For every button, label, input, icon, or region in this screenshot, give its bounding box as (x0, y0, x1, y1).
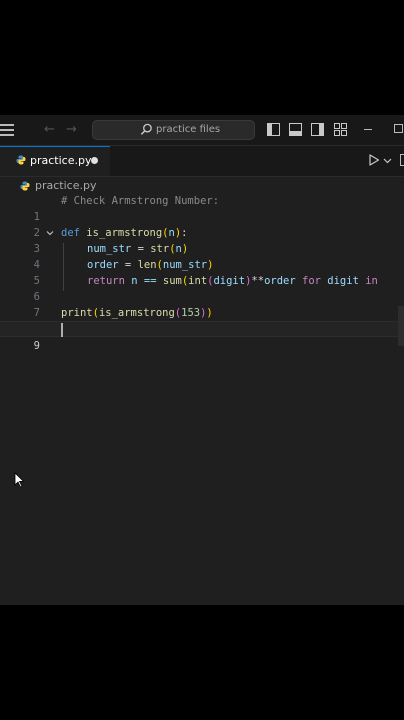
title-bar: ← → practice files (0, 115, 404, 146)
back-arrow-icon[interactable]: ← (44, 122, 55, 137)
code-line[interactable]: 8 print(is_armstrong(153)) (0, 305, 404, 335)
code-comment: # Check Armstrong Number: (61, 195, 220, 207)
editor-tab-bar: practice.py (0, 146, 404, 177)
code-expr: n == (124, 275, 163, 287)
line-number: 9 (33, 340, 40, 352)
code-variable: num_str (87, 243, 132, 255)
code-number: 153 (181, 307, 201, 319)
toggle-sidebar-icon[interactable] (267, 123, 280, 136)
search-icon (140, 123, 152, 135)
code-punct: : (181, 227, 188, 239)
chevron-down-icon[interactable] (383, 156, 392, 165)
code-line[interactable]: 2 (0, 209, 404, 239)
code-paren: ) (206, 307, 213, 319)
code-line[interactable]: 7 (0, 289, 404, 319)
code-keyword: def (61, 227, 80, 239)
breadcrumb-file[interactable]: practice.py (35, 179, 96, 192)
code-line-current[interactable]: 9 (0, 321, 404, 352)
code-function: print (61, 307, 93, 319)
toggle-secondary-sidebar-icon[interactable] (311, 123, 324, 136)
maximize-icon[interactable] (394, 124, 403, 133)
vertical-scrollbar[interactable] (398, 306, 404, 346)
code-function: is_armstrong (98, 307, 175, 319)
code-keyword: in (358, 275, 378, 287)
code-paren: ) (181, 243, 189, 255)
forward-arrow-icon[interactable]: → (66, 122, 77, 137)
customize-layout-icon[interactable] (334, 123, 347, 136)
code-paren: ) (207, 259, 214, 271)
code-editor[interactable]: 1 # Check Armstrong Number: 2 3 def is_a… (0, 193, 404, 605)
code-line[interactable]: 5 order = len(num_str) (0, 257, 404, 287)
code-variable: num_str (162, 259, 208, 271)
code-line[interactable]: 4 num_str = str(n) (0, 241, 404, 271)
code-function: len (137, 259, 157, 271)
code-line[interactable]: 1 # Check Armstrong Number: (0, 193, 404, 223)
code-keyword: for (295, 275, 328, 287)
unsaved-indicator[interactable] (91, 157, 98, 164)
code-variable: digit (213, 275, 246, 287)
code-line[interactable]: 6 return n == sum(int(digit)**order for … (0, 273, 404, 303)
code-op: = (118, 259, 138, 271)
toggle-panel-icon[interactable] (289, 123, 302, 136)
minimize-icon[interactable] (364, 129, 372, 130)
code-function: int (188, 275, 208, 287)
fold-chevron-icon[interactable] (46, 229, 54, 237)
code-function: str (150, 243, 170, 255)
vscode-window: ← → practice files practice.py practice.… (0, 115, 404, 605)
code-line[interactable]: 3 def is_armstrong(n): (0, 225, 404, 255)
split-editor-icon[interactable] (400, 154, 404, 166)
tab-practice-py[interactable]: practice.py (0, 146, 110, 176)
code-op: ** (251, 275, 265, 287)
code-function: sum (162, 275, 182, 287)
code-variable: order (87, 259, 119, 271)
text-cursor (61, 323, 63, 337)
python-file-icon (16, 155, 26, 165)
code-keyword: return (87, 275, 125, 287)
search-placeholder: practice files (156, 124, 221, 135)
command-center-search[interactable]: practice files (92, 120, 255, 140)
code-variable: order (264, 275, 296, 287)
tab-label: practice.py (30, 154, 92, 167)
run-icon[interactable] (368, 154, 380, 166)
python-file-icon (20, 181, 30, 191)
code-variable: digit (327, 275, 359, 287)
code-function: is_armstrong (86, 227, 163, 239)
code-op: = (131, 243, 151, 255)
mouse-pointer-icon (14, 472, 24, 488)
menu-icon[interactable] (0, 124, 16, 136)
